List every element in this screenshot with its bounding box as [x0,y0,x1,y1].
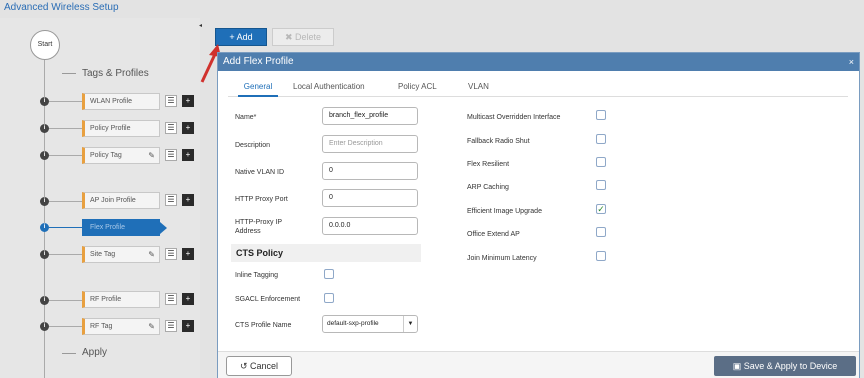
arp-caching-checkbox[interactable] [596,180,606,190]
add-icon[interactable]: + [182,194,194,206]
save-label: Save & Apply to Device [743,361,838,371]
list-icon[interactable]: ☰ [165,248,177,260]
option-label: Efficient Image Upgrade [467,208,542,215]
close-icon[interactable]: × [849,53,854,71]
section-apply: Apply [82,347,108,358]
multicast-overridden-interface-checkbox[interactable] [596,110,606,120]
add-flex-profile-dialog: Add Flex Profile × General Local Authent… [217,52,860,378]
step-policy-tag[interactable]: Policy Tag ✎ [82,147,160,164]
step-connector [49,201,82,202]
dialog-header: Add Flex Profile × [218,53,859,71]
step-ap-join-profile[interactable]: AP Join Profile [82,192,160,209]
sgacl-enforcement-checkbox[interactable] [324,293,334,303]
option-label: Flex Resilient [467,161,510,168]
step-rf-tag[interactable]: RF Tag ✎ [82,318,160,335]
inline-tagging-checkbox[interactable] [324,269,334,279]
collapse-handle-icon[interactable]: ◂ [199,22,202,29]
step-connector [49,300,82,301]
option-label: Fallback Radio Shut [467,138,530,145]
checkmark-icon: ✓ [597,204,605,214]
http-proxy-ip-label: HTTP-Proxy IP Address [235,219,282,235]
native-vlan-field[interactable]: 0 [322,162,418,180]
list-icon[interactable]: ☰ [165,122,177,134]
step-connector [49,101,82,102]
list-icon[interactable]: ☰ [165,149,177,161]
step-flex-profile[interactable]: Flex Profile [82,219,167,236]
start-node: Start [30,30,60,60]
add-icon[interactable]: + [182,149,194,161]
edit-icon[interactable]: ✎ [148,319,155,334]
step-site-tag[interactable]: Site Tag ✎ [82,246,160,263]
info-icon[interactable]: i [40,296,49,305]
section-connector [62,353,76,354]
list-icon[interactable]: ☰ [165,293,177,305]
save-icon: ▣ [732,361,742,371]
section-connector [62,73,76,74]
add-icon[interactable]: + [182,320,194,332]
edit-icon[interactable]: ✎ [148,148,155,163]
edit-icon[interactable]: ✎ [148,247,155,262]
cancel-button[interactable]: ↺ Cancel [226,356,292,376]
list-icon[interactable]: ☰ [165,320,177,332]
delete-button[interactable]: ✖ Delete [272,28,334,46]
native-vlan-label: Native VLAN ID [235,169,285,176]
tab-bar: General Local Authentication Policy ACL … [228,81,848,97]
http-proxy-ip-field[interactable]: 0.0.0.0 [322,217,418,235]
office-extend-ap-checkbox[interactable] [596,227,606,237]
join-minimum-latency-checkbox[interactable] [596,251,606,261]
flex-resilient-checkbox[interactable] [596,157,606,167]
info-icon[interactable]: i [40,223,49,232]
chevron-down-icon[interactable]: ▼ [403,316,417,332]
description-label: Description [235,142,271,149]
save-apply-button[interactable]: ▣ Save & Apply to Device [714,356,856,376]
list-icon[interactable]: ☰ [165,194,177,206]
name-label: Name* [235,114,257,121]
sgacl-enforcement-label: SGACL Enforcement [235,296,301,303]
section-tags-profiles: Tags & Profiles [82,68,149,79]
tab-general[interactable]: General [238,81,278,97]
info-icon[interactable]: i [40,151,49,160]
info-icon[interactable]: i [40,322,49,331]
inline-tagging-label: Inline Tagging [235,272,279,279]
tab-local-authentication[interactable]: Local Authentication [293,81,365,97]
tab-vlan[interactable]: VLAN [468,81,489,97]
http-proxy-port-field[interactable]: 0 [322,189,418,207]
cts-profile-name-label: CTS Profile Name [235,322,292,329]
step-wlan-profile[interactable]: WLAN Profile [82,93,160,110]
cts-policy-header: CTS Policy [231,244,421,262]
undo-icon: ↺ [239,361,248,371]
name-field[interactable]: branch_flex_profile [322,107,418,125]
add-icon[interactable]: + [182,293,194,305]
list-icon[interactable]: ☰ [165,95,177,107]
dialog-footer: ↺ Cancel ▣ Save & Apply to Device [218,351,859,378]
http-proxy-port-label: HTTP Proxy Port [235,196,288,203]
info-icon[interactable]: i [40,97,49,106]
dialog-title: Add Flex Profile [223,56,294,67]
info-icon[interactable]: i [40,197,49,206]
step-policy-profile[interactable]: Policy Profile [82,120,160,137]
option-label: Multicast Overridden Interface [467,114,561,121]
option-label: Join Minimum Latency [467,255,537,262]
cts-profile-name-select[interactable]: default-sxp-profile ▼ [322,315,418,333]
step-connector [49,155,82,156]
option-label: ARP Caching [467,184,509,191]
add-icon[interactable]: + [182,248,194,260]
step-connector [49,326,82,327]
cts-profile-name-value: default-sxp-profile [327,320,379,327]
step-rf-profile[interactable]: RF Profile [82,291,160,308]
page-title: Advanced Wireless Setup [4,2,119,13]
info-icon[interactable]: i [40,124,49,133]
option-label: Office Extend AP [467,231,520,238]
step-connector [49,227,82,228]
fallback-radio-shut-checkbox[interactable] [596,134,606,144]
step-connector [49,254,82,255]
add-icon[interactable]: + [182,122,194,134]
efficient-image-upgrade-checkbox[interactable]: ✓ [596,204,606,214]
description-field[interactable]: Enter Description [322,135,418,153]
add-icon[interactable]: + [182,95,194,107]
tab-policy-acl[interactable]: Policy ACL [398,81,437,97]
step-connector [49,128,82,129]
cancel-label: Cancel [250,361,279,371]
info-icon[interactable]: i [40,250,49,259]
